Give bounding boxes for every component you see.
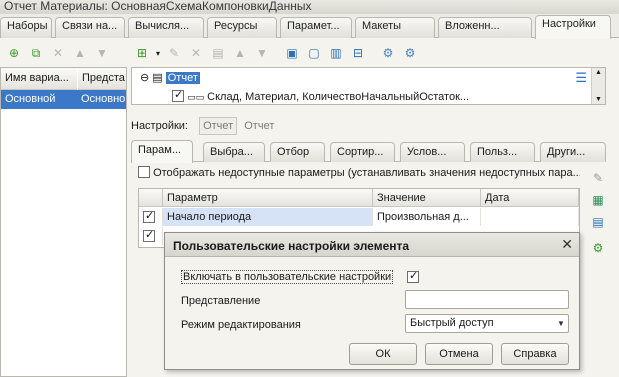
tab-filter[interactable]: Отбор [270,142,325,162]
column-header[interactable]: Параметр [163,189,373,207]
column-header[interactable]: Имя вариа... [1,68,77,90]
column-header [139,189,163,207]
tab-conditional[interactable]: Услов... [400,142,465,162]
add-icon[interactable]: ⊕ [6,45,22,61]
delete-icon[interactable]: ✕ [188,45,204,61]
row-checkbox[interactable] [143,209,155,223]
tab-layouts[interactable]: Макеты [355,17,435,38]
representation-field[interactable] [405,290,569,309]
copy-icon[interactable]: ▤ [590,214,606,230]
variants-table: Имя вариа... Предста Основной Основно [0,67,127,377]
tab-nested[interactable]: Вложенн... [438,17,532,38]
tree-root[interactable]: ⊖ ▤ Отчет [140,71,200,84]
scroll-up-icon[interactable]: ▲ [595,69,602,76]
tree-child-label[interactable]: Склад, Материал, КоличествоНачальныйОста… [207,91,469,103]
tab-resources[interactable]: Ресурсы [207,17,277,38]
edit-icon[interactable]: ✎ [166,45,182,61]
param-cell[interactable]: Начало периода [163,208,373,226]
include-label: Включать в пользовательские настройки [181,270,394,284]
structure-toolbar: ⊞ ▾ ✎ ✕ ▤ ▲ ▼ ▣ ▢ ▥ ⊟ ⚙ ⚙ [130,40,619,66]
fields-icon: ▭▭ [187,92,205,102]
group-icon[interactable]: ▣ [284,45,300,61]
date-cell[interactable] [481,208,579,226]
chevron-down-icon[interactable]: ▼ [554,315,568,332]
table-row[interactable] [139,227,163,245]
tree-child[interactable]: ▭▭ Склад, Материал, КоличествоНачальныйО… [172,88,469,103]
element-user-settings-dialog: Пользовательские настройки элемента ✕ Вк… [164,232,580,370]
add-element-icon[interactable]: ⚙ [590,240,606,256]
tab-user-fields[interactable]: Польз... [470,142,535,162]
add-dropdown-icon[interactable]: ▾ [150,45,166,61]
move-up-icon[interactable]: ▲ [72,45,88,61]
user-settings-icon[interactable]: ⊟ [350,45,366,61]
delete-icon[interactable]: ✕ [50,45,66,61]
row-checkbox[interactable] [143,228,155,242]
tab-settings[interactable]: Настройки [535,15,611,39]
variants-toolbar: ⊕ ⧉ ✕ ▲ ▼ [0,40,127,66]
side-toolbar: ✎ ▦ ▤ ⚙ [588,170,612,270]
settings-bar: Настройки: Отчет Отчет [131,117,274,135]
tab-datasets[interactable]: Наборы ... [0,17,52,38]
value-cell[interactable]: Произвольная д... [373,208,481,226]
vertical-scrollbar[interactable]: ▲ ▼ [591,68,605,104]
main-tabs: Наборы ... Связи на... Вычисля... Ресурс… [0,14,619,39]
table-row[interactable]: Основной [1,90,77,109]
table-row[interactable] [139,208,163,226]
edit-mode-select[interactable]: Быстрый доступ ▼ [405,314,569,333]
close-icon[interactable]: ✕ [561,236,573,253]
tab-other[interactable]: Други... [540,142,606,162]
window-titlebar: Отчет Материалы: ОсновнаяСхемаКомпоновки… [0,0,619,14]
add-grouping-icon[interactable]: ⊞ [134,45,150,61]
move-up-icon[interactable]: ▲ [232,45,248,61]
child-checkbox[interactable] [172,88,184,102]
show-unavailable-checkbox[interactable] [138,166,150,178]
settings-subtabs: Парам... Выбра... Отбор Сортир... Услов.… [131,140,606,163]
edit-mode-value: Быстрый доступ [410,317,494,329]
structure-tree: ⊖ ▤ Отчет ▭▭ Склад, Материал, Количество… [131,67,606,105]
properties-icon[interactable]: ⚙ [402,45,418,61]
tab-parameters[interactable]: Парамет... [280,17,352,38]
move-down-icon[interactable]: ▼ [254,45,270,61]
cancel-button[interactable]: Отмена [425,343,493,365]
dialog-title: Пользовательские настройки элемента [165,233,579,257]
stack-icon: ☰ [575,70,587,85]
help-button[interactable]: Справка [501,343,569,365]
include-checkbox[interactable] [407,269,419,283]
column-header[interactable]: Дата [481,189,579,207]
ungroup-icon[interactable]: ▢ [306,45,322,61]
scroll-down-icon[interactable]: ▼ [595,96,602,103]
tab-sort[interactable]: Сортир... [330,142,395,162]
representation-label: Представление [181,295,261,307]
tree-root-label[interactable]: Отчет [165,72,200,84]
apply-icon[interactable]: ▦ [590,192,606,208]
report-button[interactable]: Отчет [199,117,238,135]
show-unavailable-option[interactable]: Отображать недоступные параметры (устана… [138,166,580,184]
tab-selection[interactable]: Выбра... [203,142,265,162]
table-row[interactable]: Основно [77,90,126,109]
edit-element-icon[interactable]: ▤ [210,45,226,61]
column-header[interactable]: Предста [78,68,126,90]
edit-icon[interactable]: ✎ [590,170,606,186]
element-settings-icon[interactable]: ⚙ [380,45,396,61]
ok-button[interactable]: ОК [349,343,417,365]
edit-mode-label: Режим редактирования [181,319,301,331]
settings-label: Настройки: [131,120,188,132]
column-header[interactable]: Значение [373,189,481,207]
current-element-icon[interactable]: ▥ [328,45,344,61]
tab-params[interactable]: Парам... [131,140,193,163]
tab-calculated[interactable]: Вычисля... [128,17,204,38]
move-down-icon[interactable]: ▼ [94,45,110,61]
report-link[interactable]: Отчет [244,120,274,132]
collapse-icon[interactable]: ⊖ [140,72,149,84]
add-copy-icon[interactable]: ⧉ [28,45,44,61]
document-icon: ▤ [152,72,163,84]
show-unavailable-label: Отображать недоступные параметры (устана… [153,167,580,179]
window-title: Отчет Материалы: ОсновнаяСхемаКомпоновки… [4,0,312,13]
include-option[interactable]: Включать в пользовательские настройки [181,270,394,284]
tab-links[interactable]: Связи на... [55,17,125,38]
